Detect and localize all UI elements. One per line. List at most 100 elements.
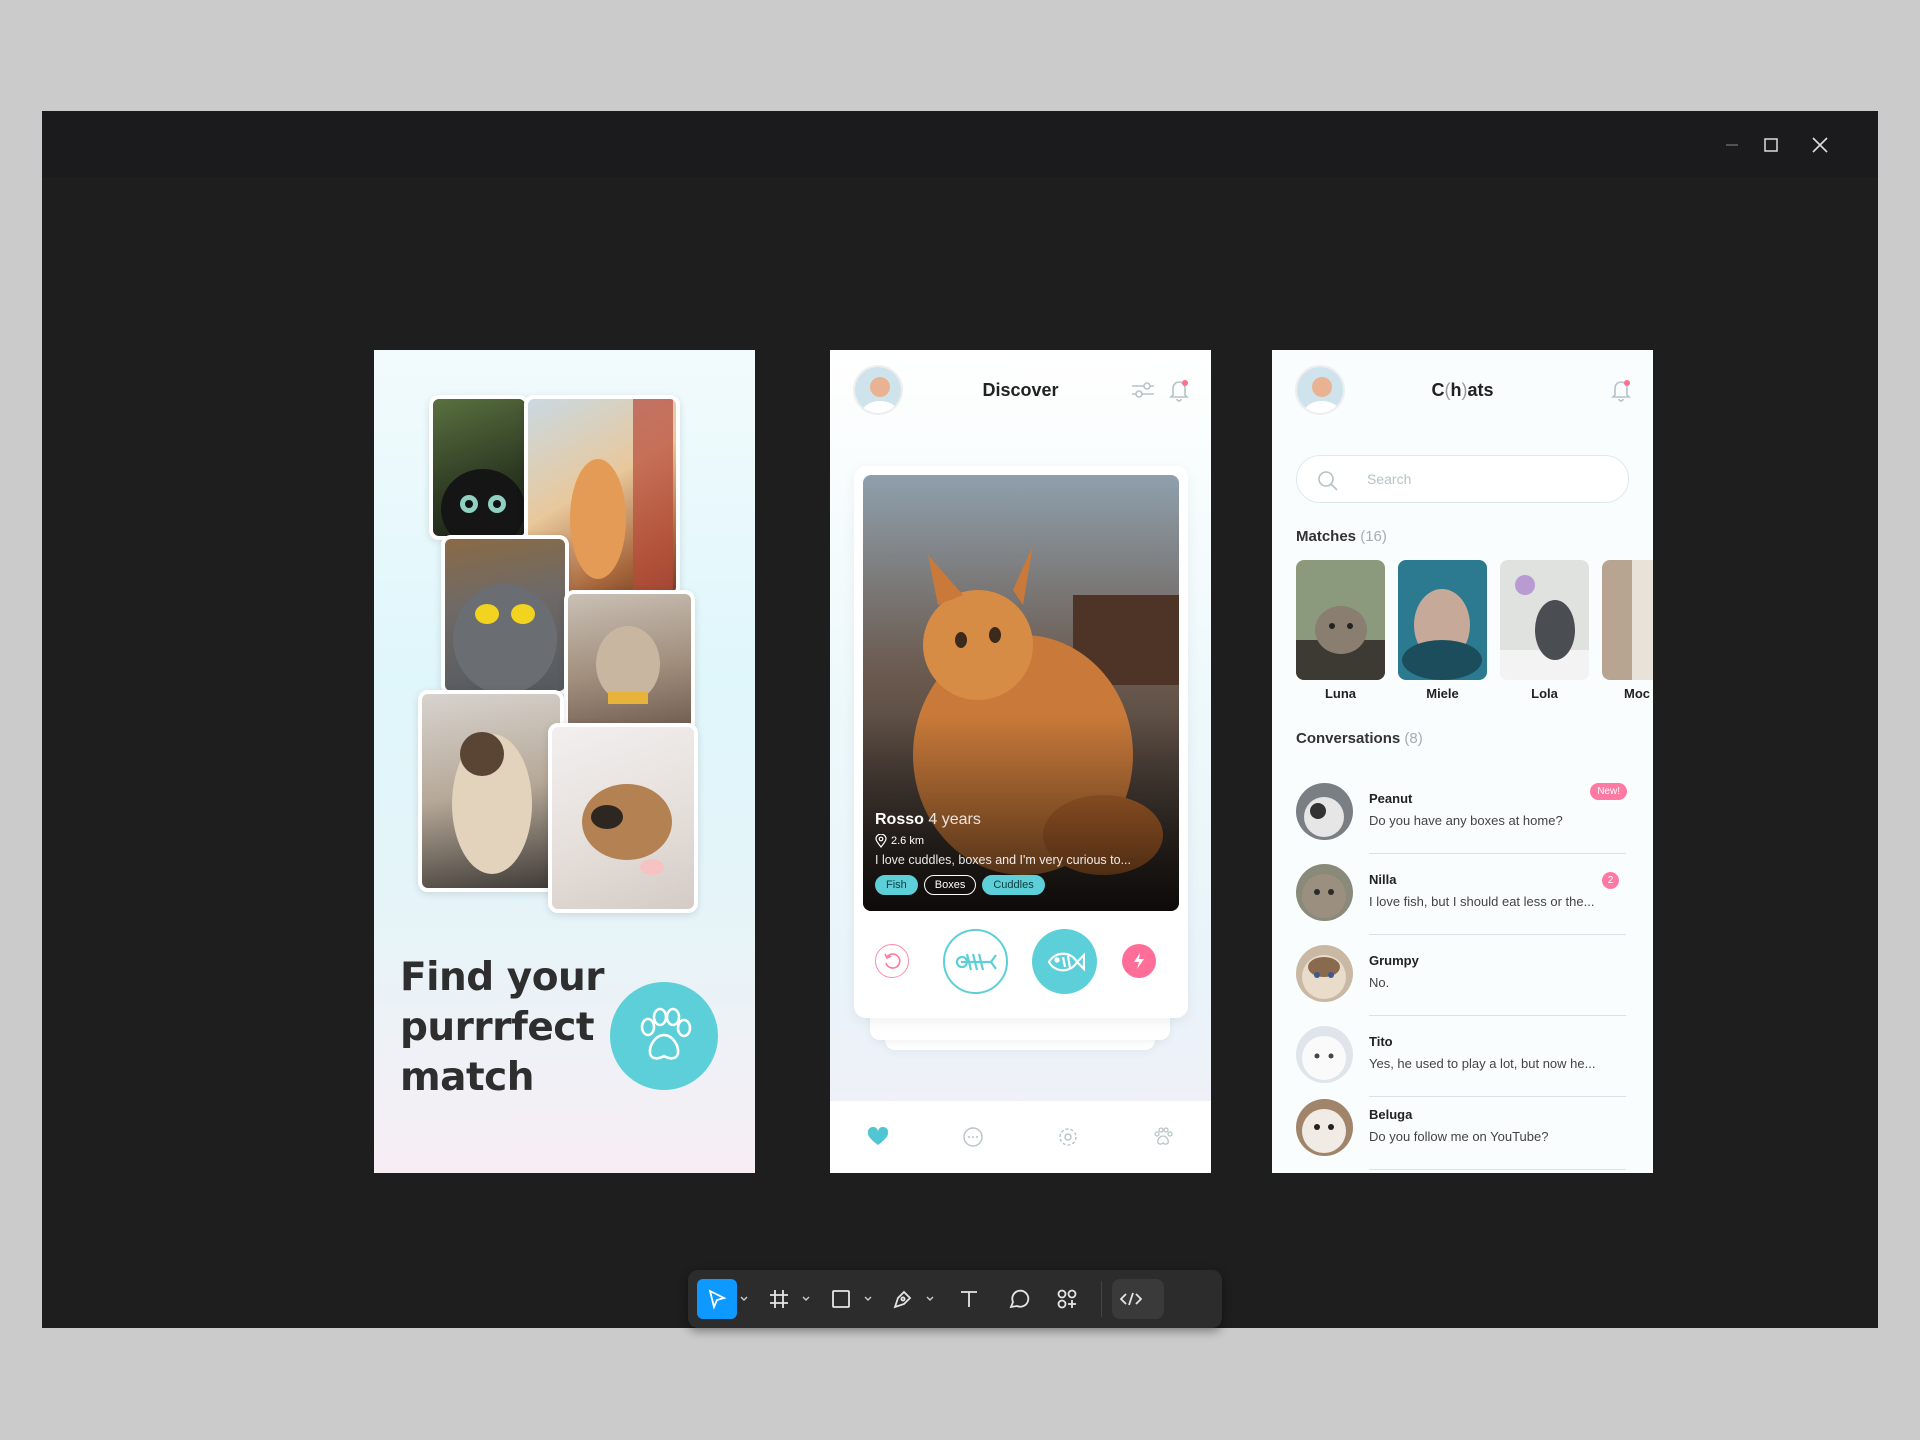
profile-info: Rosso 4 years 2.6 km I love cuddles, box… [875,811,1169,895]
close-icon [1812,137,1828,153]
cat-photo-siamese [418,690,564,892]
match-photo [1398,560,1487,680]
tag-boxes: Boxes [923,875,977,895]
profile-name: Rosso [875,811,924,828]
tab-profile[interactable] [1143,1117,1183,1157]
notification-bell-icon[interactable] [1168,378,1190,407]
app-window: Find your purrrfect match Discover Rosso… [42,111,1878,1328]
tag-cuddles: Cuddles [982,875,1045,895]
match-photo [1296,560,1385,680]
chats-screen: C(h)ats Matches (16) Luna Miele Lola Moc… [1272,350,1653,1173]
page-title: C(h)ats [1431,380,1494,400]
conversation-item[interactable]: Tito Yes, he used to play a lot, but now… [1296,1016,1629,1097]
heart-icon [867,1127,888,1145]
profile-photo: Rosso 4 years 2.6 km I love cuddles, box… [863,475,1179,911]
profile-age: 4 years [928,811,981,828]
shape-tool[interactable] [821,1279,861,1319]
text-icon [961,1291,977,1307]
cursor-icon [708,1289,727,1310]
pen-tool[interactable] [883,1279,923,1319]
like-fish-button[interactable] [1032,929,1097,994]
search-icon [1318,471,1338,491]
tag-fish: Fish [875,875,918,895]
filter-icon[interactable] [1131,381,1155,404]
chevron-down-icon [864,1296,872,1301]
comment-tool[interactable] [999,1279,1039,1319]
match-name: Lola [1531,686,1558,701]
conversation-name: Peanut [1369,791,1413,806]
conversations-heading: Conversations (8) [1296,730,1423,747]
design-toolbar [688,1270,1222,1328]
minimize-button[interactable] [1716,129,1748,161]
avatar [1296,783,1353,840]
new-badge: New! [1590,783,1627,800]
conversation-preview: Yes, he used to play a lot, but now he..… [1369,1056,1596,1071]
match-card[interactable]: Miele [1398,560,1487,701]
notification-bell-icon[interactable] [1610,378,1632,407]
avatar [1296,864,1353,921]
super-like-button[interactable] [1122,944,1156,978]
search-input[interactable] [1367,468,1607,490]
conversation-item[interactable]: Beluga Do you follow me on YouTube? [1296,1089,1629,1170]
minimize-icon [1726,144,1738,146]
onboarding-headline: Find your purrrfect match [400,955,604,1100]
get-started-paw-button[interactable] [610,982,718,1090]
conversation-name: Grumpy [1369,953,1419,968]
components-tool[interactable] [1047,1279,1087,1319]
fishbone-icon [955,953,997,970]
text-tool[interactable] [949,1279,989,1319]
pass-fishbone-button[interactable] [943,929,1008,994]
undo-button[interactable] [875,944,909,978]
onboarding-screen: Find your purrrfect match [374,350,755,1173]
cat-photo-grey [441,535,569,695]
match-name: Moc [1624,686,1650,701]
shape-tool-dropdown[interactable] [861,1279,875,1319]
discover-screen: Discover Rosso 4 years 2.6 km I love cud… [830,350,1211,1173]
maximize-icon [1764,138,1778,152]
dev-mode-toggle[interactable] [1112,1279,1164,1319]
paw-icon [640,1007,692,1060]
conversation-preview: No. [1369,975,1390,990]
tab-chats[interactable] [953,1117,993,1157]
chat-icon [963,1127,983,1147]
paw-icon [1154,1127,1174,1145]
fish-icon [1047,951,1085,972]
match-photo [1500,560,1589,680]
undo-icon [884,953,901,969]
toolbar-divider [1101,1281,1102,1317]
matches-heading: Matches (16) [1296,528,1387,545]
profile-card[interactable]: Rosso 4 years 2.6 km I love cuddles, box… [854,466,1188,1018]
match-photo [1602,560,1653,680]
profile-name-row: Rosso 4 years [875,811,1169,829]
cat-photo-tabby [564,590,695,732]
tab-discover[interactable] [858,1117,898,1157]
components-icon [1057,1289,1077,1309]
gear-icon [1059,1128,1077,1146]
conversation-item[interactable]: Nilla I love fish, but I should eat less… [1296,854,1629,935]
conversation-item[interactable]: Peanut Do you have any boxes at home? Ne… [1296,773,1629,854]
avatar [1296,1099,1353,1156]
conversation-name: Tito [1369,1034,1393,1049]
avatar [1296,1026,1353,1083]
conversation-item[interactable]: Grumpy No. [1296,935,1629,1016]
chevron-down-icon [802,1296,810,1301]
code-icon [1120,1292,1142,1306]
maximize-button[interactable] [1755,129,1787,161]
match-card[interactable]: Lola [1500,560,1589,701]
conversation-name: Nilla [1369,872,1397,887]
frame-tool[interactable] [759,1279,799,1319]
comment-icon [1009,1289,1030,1309]
conversation-preview: Do you have any boxes at home? [1369,813,1563,828]
pen-tool-dropdown[interactable] [923,1279,937,1319]
close-button[interactable] [1804,129,1836,161]
profile-bio: I love cuddles, boxes and I'm very curio… [875,853,1131,867]
tab-settings[interactable] [1048,1117,1088,1157]
frame-tool-dropdown[interactable] [799,1279,813,1319]
move-tool[interactable] [697,1279,737,1319]
move-tool-dropdown[interactable] [737,1279,751,1319]
cat-photo-calico [548,723,698,913]
bottom-tab-bar [830,1101,1211,1173]
match-card[interactable]: Moc [1602,560,1653,701]
rectangle-icon [832,1290,850,1308]
match-card[interactable]: Luna [1296,560,1385,701]
